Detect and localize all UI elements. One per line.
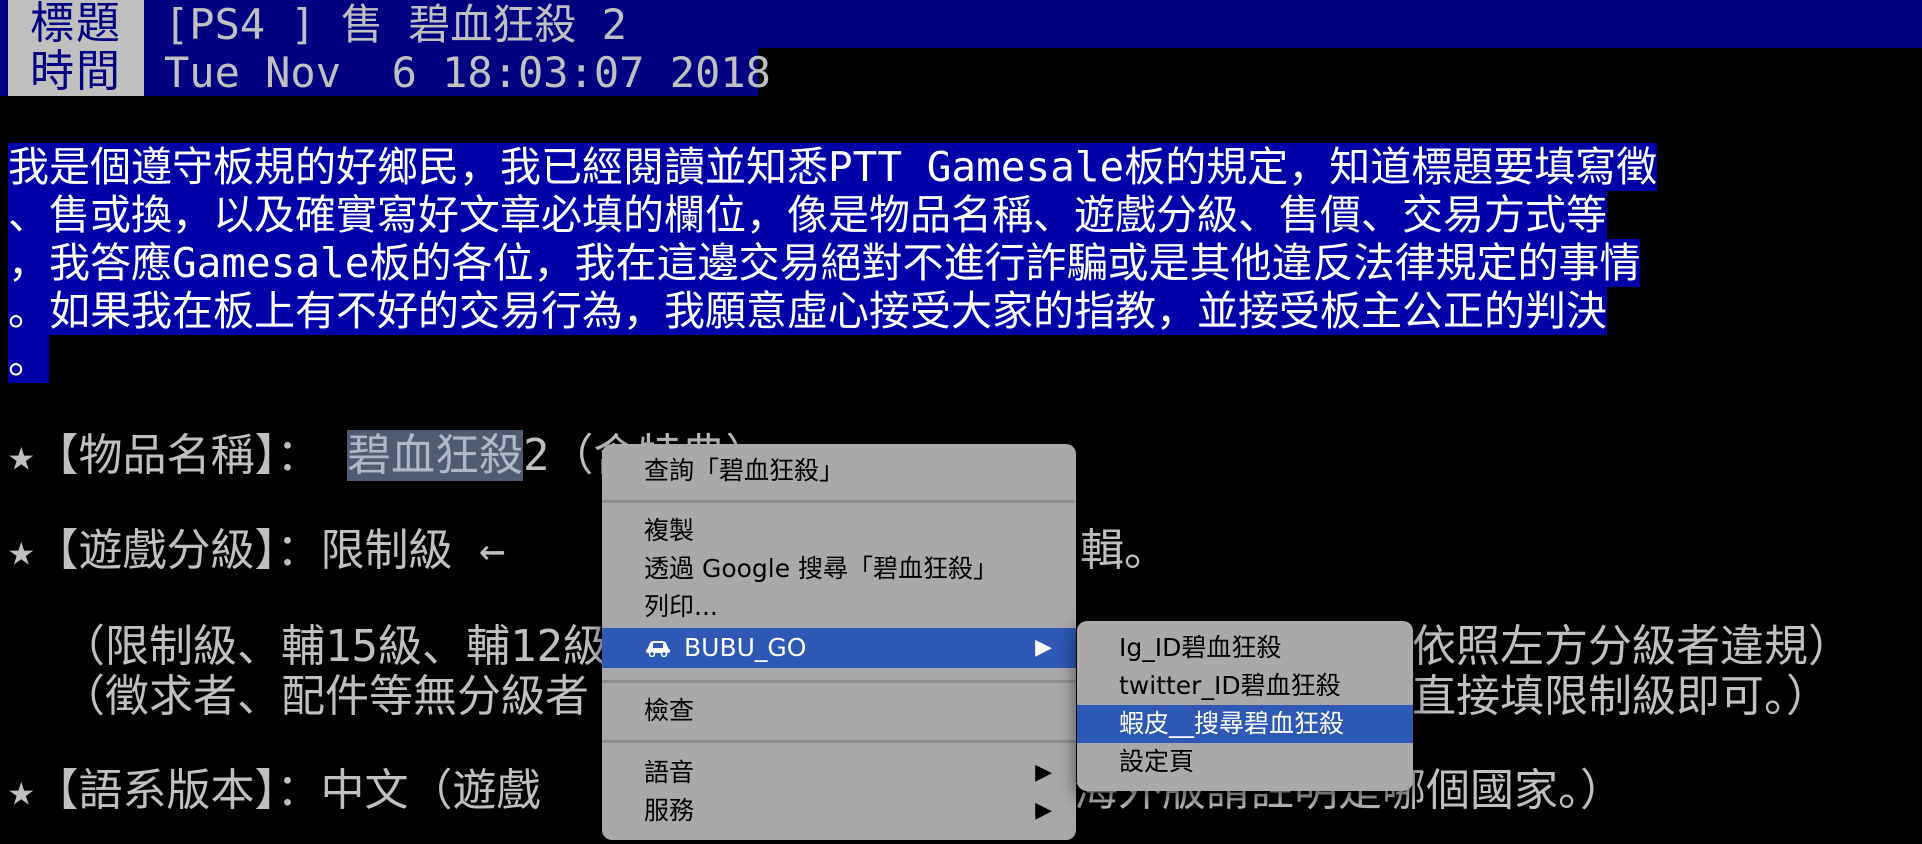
submenu-arrow-icon: ▶ — [1035, 798, 1052, 823]
menu-separator — [602, 500, 1076, 503]
car-icon — [646, 641, 670, 657]
article-title-row: 標題 [PS4 ] 售 碧血狂殺 2 — [0, 0, 1922, 49]
declaration-line: 。如果我在板上有不好的交易行為，我願意虛心接受大家的指教，並接受板主公正的判決 — [8, 287, 1607, 335]
menu-item-label: 透過 Google 搜尋「碧血狂殺」 — [644, 554, 999, 583]
rating-note-2-end: 直接填限制級即可。） — [1412, 671, 1830, 722]
article-time-row: 時間 Tue Nov 6 18:03:07 2018 — [0, 48, 771, 97]
menu-item-label: 服務 — [644, 796, 695, 825]
menu-item-label: 語音 — [644, 758, 695, 787]
submenu-item-label: Ig_ID碧血狂殺 — [1119, 633, 1282, 662]
rating-note-1-end: 依照左方分級者違規） — [1412, 621, 1852, 672]
rating-field-rest: 輯。 — [1080, 525, 1168, 576]
language-field: ★【語系版本】：中文（遊戲 — [8, 765, 541, 816]
context-menu: 查詢「碧血狂殺」 複製 透過 Google 搜尋「碧血狂殺」 列印... BUB… — [602, 444, 1076, 840]
menu-item-copy[interactable]: 複製 — [602, 512, 1076, 550]
submenu-item-label: 蝦皮__搜尋碧血狂殺 — [1119, 709, 1345, 738]
selected-word[interactable]: 碧血狂殺 — [346, 430, 523, 481]
rating-field: ★【遊戲分級】：限制級 ← — [8, 526, 505, 576]
submenu-arrow-icon: ▶ — [1035, 760, 1052, 785]
menu-separator — [602, 680, 1076, 683]
declaration-line: 我是個遵守板規的好鄉民，我已經閱讀並知悉PTT Gamesale板的規定，知道標… — [8, 143, 1658, 191]
submenu-item-ig[interactable]: Ig_ID碧血狂殺 — [1077, 629, 1413, 667]
menu-item-services[interactable]: 服務 ▶ — [602, 792, 1076, 830]
menu-item-label: 列印... — [644, 592, 718, 621]
menu-item-label: 查詢「碧血狂殺」 — [644, 456, 845, 485]
article-title: [PS4 ] 售 碧血狂殺 2 — [164, 0, 627, 49]
item-name-label: ★【物品名稱】： — [8, 430, 347, 481]
declaration-text: 我是個遵守板規的好鄉民，我已經閱讀並知悉PTT Gamesale板的規定，知道標… — [8, 143, 1880, 383]
rating-note-1: （限制級、輔15級、輔12級 — [8, 621, 607, 672]
menu-separator — [602, 740, 1076, 743]
menu-item-google-search[interactable]: 透過 Google 搜尋「碧血狂殺」 — [602, 550, 1076, 588]
submenu-arrow-icon: ▶ — [1035, 635, 1052, 660]
extension-submenu: Ig_ID碧血狂殺 twitter_ID碧血狂殺 蝦皮__搜尋碧血狂殺 設定頁 — [1077, 621, 1413, 791]
menu-item-lookup[interactable]: 查詢「碧血狂殺」 — [602, 452, 1076, 490]
menu-item-label: BUBU_GO — [684, 633, 807, 662]
declaration-line: ，我答應Gamesale板的各位，我在這邊交易絕對不進行詐騙或是其他違反法律規定… — [8, 239, 1641, 287]
rating-label: ★【遊戲分級】：限制級 ← — [8, 525, 506, 576]
menu-item-print[interactable]: 列印... — [602, 588, 1076, 626]
menu-item-label: 複製 — [644, 516, 695, 545]
declaration-line: 、售或換，以及確實寫好文章必填的欄位，像是物品名稱、遊戲分級、售價、交易方式等 — [8, 191, 1607, 239]
time-label: 時間 — [8, 48, 144, 96]
menu-item-extension[interactable]: BUBU_GO ▶ — [602, 628, 1076, 668]
rating-note-2: （徵求者、配件等無分級者 — [8, 671, 589, 722]
article-time: Tue Nov 6 18:03:07 2018 — [164, 48, 771, 97]
submenu-item-label: 設定頁 — [1119, 747, 1195, 776]
declaration-line: 。 — [8, 335, 49, 383]
menu-item-speech[interactable]: 語音 ▶ — [602, 754, 1076, 792]
title-label: 標題 — [8, 0, 144, 48]
menu-item-label: 檢查 — [644, 696, 695, 725]
submenu-item-settings[interactable]: 設定頁 — [1077, 743, 1413, 781]
menu-item-inspect[interactable]: 檢查 — [602, 692, 1076, 730]
submenu-item-shopee-search[interactable]: 蝦皮__搜尋碧血狂殺 — [1077, 705, 1413, 743]
submenu-item-label: twitter_ID碧血狂殺 — [1119, 671, 1341, 700]
submenu-item-twitter[interactable]: twitter_ID碧血狂殺 — [1077, 667, 1413, 705]
